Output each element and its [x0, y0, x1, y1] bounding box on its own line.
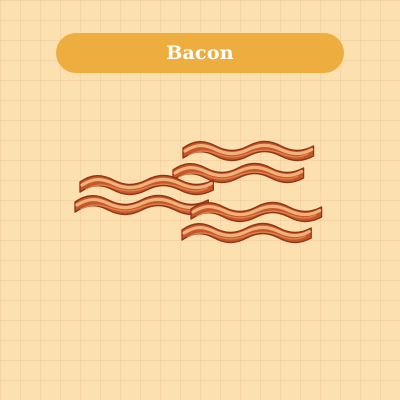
bacon-strip: [189, 200, 324, 224]
bacon-strip: [73, 193, 210, 217]
bacon-illustration: [73, 139, 324, 245]
bacon-strip: [181, 139, 316, 163]
bacon-strip: [78, 173, 215, 197]
bacon-strip: [180, 221, 313, 245]
bacon-strip: [171, 161, 306, 185]
